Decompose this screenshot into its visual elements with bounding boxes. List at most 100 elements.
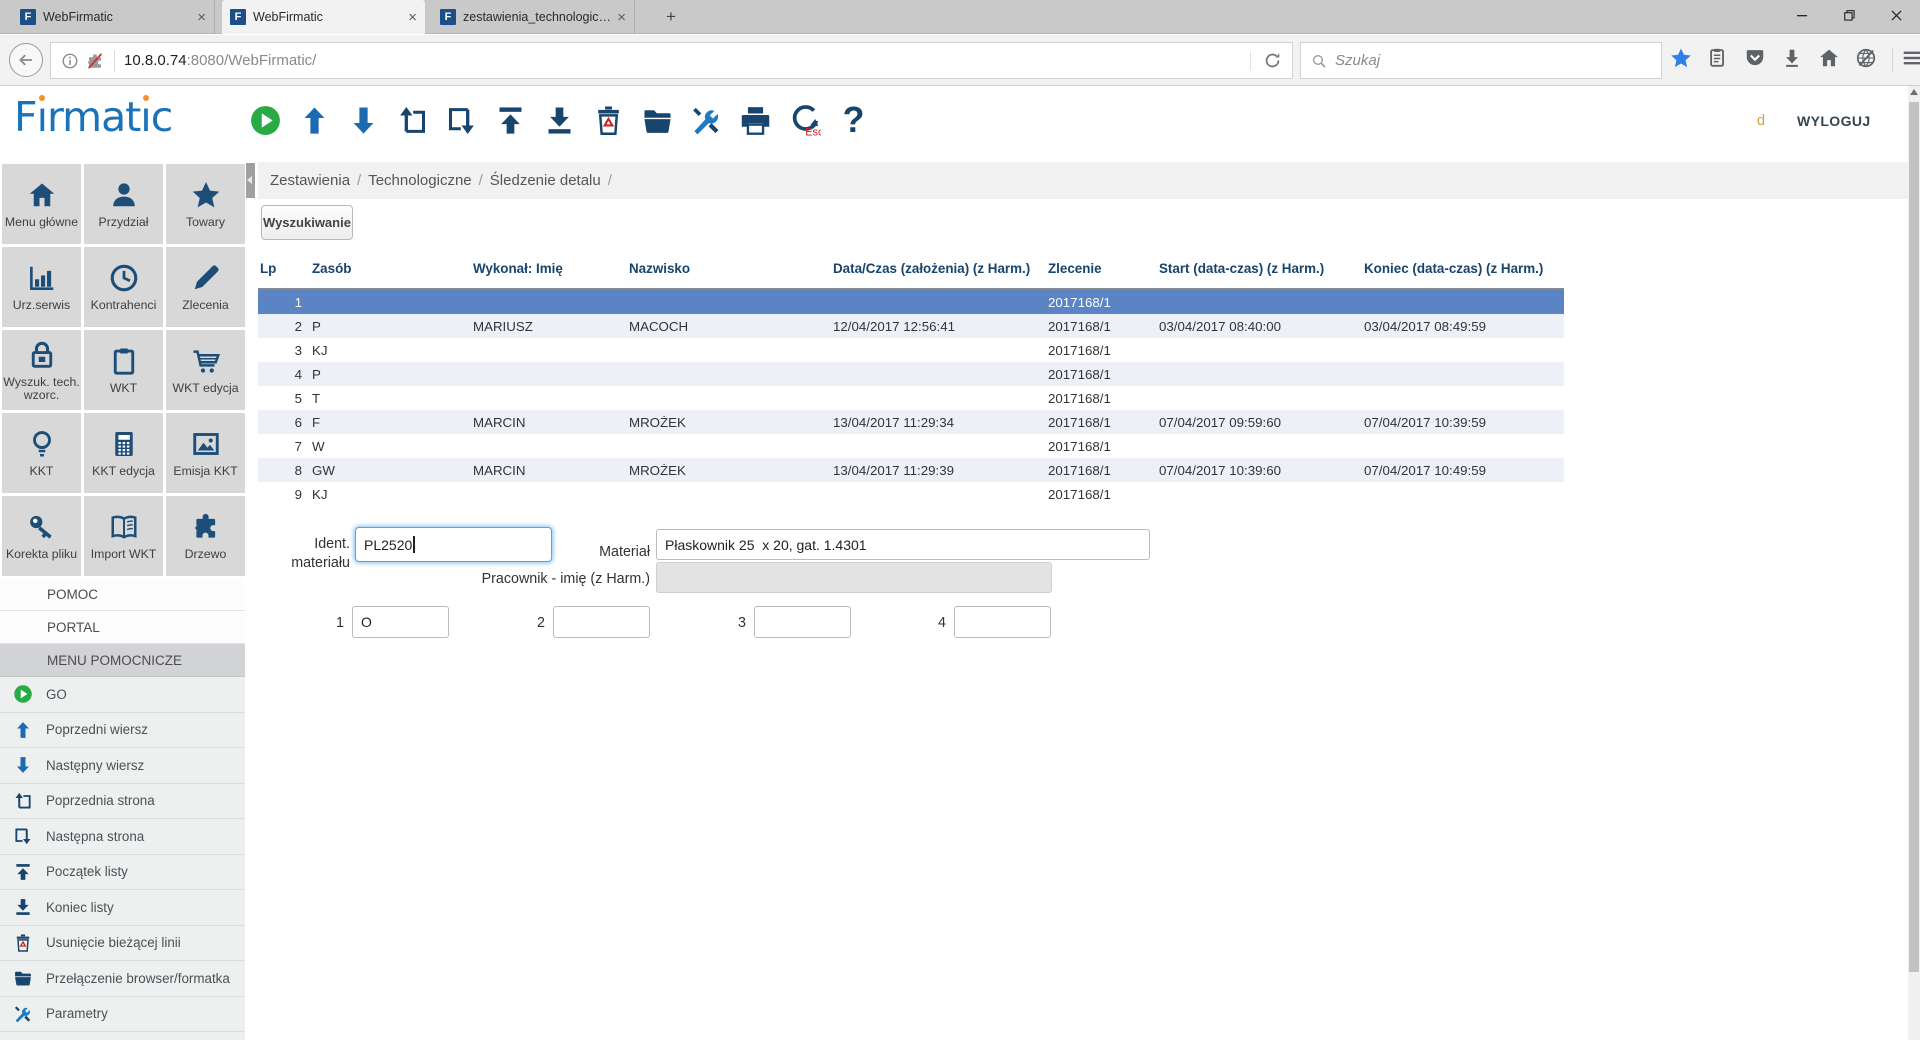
sidebar-menu-parametry[interactable]: Parametry xyxy=(0,997,245,1033)
sidebar-menu-początek-listy[interactable]: Początek listy xyxy=(0,855,245,891)
browser-tab-3[interactable]: Fzestawienia_technologicz...× xyxy=(432,0,635,34)
pocket-icon[interactable] xyxy=(1744,47,1770,73)
tools-icon[interactable] xyxy=(688,102,724,138)
material-input[interactable]: Płaskownik 25 x 20, gat. 1.4301 xyxy=(656,529,1150,560)
plugin-blocked-icon[interactable] xyxy=(86,52,104,70)
sidebar-section-pomoc[interactable]: POMOC xyxy=(0,578,245,611)
search-button[interactable]: Wyszukiwanie xyxy=(261,205,353,240)
esc-return-icon[interactable]: Esc xyxy=(786,102,822,138)
sidebar-menu-następna-strona[interactable]: Następna strona xyxy=(0,819,245,855)
downloads-icon[interactable] xyxy=(1781,47,1807,73)
reload-icon[interactable] xyxy=(1250,51,1282,70)
logout-button[interactable]: WYLOGUJ xyxy=(1797,113,1871,129)
sidebar-menu-poprzedni-wiersz[interactable]: Poprzedni wiersz xyxy=(0,713,245,749)
column-header-data[interactable]: Data/Czas (założenia) (z Harm.) xyxy=(831,248,1046,288)
arrow-down-icon[interactable] xyxy=(345,102,381,138)
table-row[interactable]: 8GWMARCINMROŻEK13/04/2017 11:29:39201716… xyxy=(258,458,1564,482)
screenshots-icon[interactable] xyxy=(1855,47,1881,73)
play-icon[interactable] xyxy=(247,102,283,138)
table-row[interactable]: 6FMARCINMROŻEK13/04/2017 11:29:342017168… xyxy=(258,410,1564,434)
browser-tab-2[interactable]: FWebFirmatic× xyxy=(222,0,425,34)
sidebar-menu-poprzednia-strona[interactable]: Poprzednia strona xyxy=(0,784,245,820)
sidebar-tile-wkt[interactable]: WKT xyxy=(84,330,163,410)
column-header-koniec[interactable]: Koniec (data-czas) (z Harm.) xyxy=(1362,248,1564,288)
table-row[interactable]: 7W2017168/1 xyxy=(258,434,1564,458)
hamburger-menu-icon[interactable] xyxy=(1901,47,1920,73)
sidebar-section-menu-pomocnicze[interactable]: MENU POMOCNICZE xyxy=(0,644,245,677)
page-next-icon[interactable] xyxy=(443,102,479,138)
window-restore-button[interactable] xyxy=(1826,0,1873,31)
sidebar-tile-menu-główne[interactable]: Menu główne xyxy=(2,164,81,244)
back-button[interactable] xyxy=(9,43,43,77)
folder-icon[interactable] xyxy=(639,102,675,138)
table-row[interactable]: 5T2017168/1 xyxy=(258,386,1564,410)
sidebar-menu-usunięcie-bieżącej-linii[interactable]: Usunięcie bieżącej linii xyxy=(0,926,245,962)
column-header-zlecenie[interactable]: Zlecenie xyxy=(1046,248,1157,288)
browser-tab-1[interactable]: FWebFirmatic× xyxy=(12,0,215,34)
column-header-imie[interactable]: Wykonał: Imię xyxy=(471,248,627,288)
arrow-up-icon[interactable] xyxy=(296,102,332,138)
sidebar-tile-import-wkt[interactable]: Import WKT xyxy=(84,496,163,576)
help-icon[interactable]: ? xyxy=(835,102,871,138)
table-row[interactable]: 9KJ2017168/1 xyxy=(258,482,1564,506)
sidebar-tile-drzewo[interactable]: Drzewo xyxy=(166,496,245,576)
window-minimize-button[interactable] xyxy=(1779,0,1826,31)
sidebar-tile-urz-serwis[interactable]: Urz.serwis xyxy=(2,247,81,327)
table-row[interactable]: 12017168/1 xyxy=(258,290,1564,314)
tab-close-icon[interactable]: × xyxy=(408,9,417,26)
sidebar-menu-partial[interactable] xyxy=(0,1032,245,1040)
numbered-field-input-1[interactable]: O xyxy=(352,606,449,638)
sidebar-menu-przełączenie-browser-formatka[interactable]: Przełączenie browser/formatka xyxy=(0,961,245,997)
site-info-icon[interactable] xyxy=(61,52,79,70)
numbered-field-input-4[interactable] xyxy=(954,606,1051,638)
column-header-start[interactable]: Start (data-czas) (z Harm.) xyxy=(1157,248,1362,288)
list-top-icon[interactable] xyxy=(492,102,528,138)
scrollbar-up-arrow[interactable] xyxy=(1910,89,1918,95)
sidebar-menu-koniec-listy[interactable]: Koniec listy xyxy=(0,890,245,926)
sidebar-tile-wkt-edycja[interactable]: WKT edycja xyxy=(166,330,245,410)
sidebar-tile-kkt[interactable]: KKT xyxy=(2,413,81,493)
numbered-field-input-2[interactable] xyxy=(553,606,650,638)
table-row[interactable]: 3KJ2017168/1 xyxy=(258,338,1564,362)
page-scrollbar[interactable] xyxy=(1908,86,1920,1040)
arrow-up-icon xyxy=(13,720,33,740)
breadcrumb-item[interactable]: Śledzenie detalu xyxy=(490,172,601,189)
sidebar-tile-wyszuk-tech-wzorc-[interactable]: Wyszuk. tech. wzorc. xyxy=(2,330,81,410)
sidebar-tile-kontrahenci[interactable]: Kontrahenci xyxy=(84,247,163,327)
numbered-field-input-3[interactable] xyxy=(754,606,851,638)
ident-material-input[interactable]: PL2520 xyxy=(355,527,552,562)
list-bottom-icon[interactable] xyxy=(541,102,577,138)
column-header-zasob[interactable]: Zasób xyxy=(310,248,471,288)
delete-icon[interactable] xyxy=(590,102,626,138)
breadcrumb-item[interactable]: Technologiczne xyxy=(368,172,471,189)
home-icon[interactable] xyxy=(1818,47,1844,73)
breadcrumb-item[interactable]: Zestawienia xyxy=(270,172,350,189)
table-row[interactable]: 2PMARIUSZMACOCH12/04/2017 12:56:41201716… xyxy=(258,314,1564,338)
sidebar-tile-zlecenia[interactable]: Zlecenia xyxy=(166,247,245,327)
new-tab-button[interactable]: + xyxy=(659,7,683,29)
column-header-lp[interactable]: Lp xyxy=(258,248,310,288)
window-close-button[interactable] xyxy=(1873,0,1920,31)
page-prev-icon[interactable] xyxy=(394,102,430,138)
print-icon[interactable] xyxy=(737,102,773,138)
sidebar-collapse-handle[interactable] xyxy=(246,163,255,198)
sidebar-tile-towary[interactable]: Towary xyxy=(166,164,245,244)
sidebar-tile-kkt-edycja[interactable]: KKT edycja xyxy=(84,413,163,493)
menu-item-label: Usunięcie bieżącej linii xyxy=(46,935,181,950)
column-header-nazwisko[interactable]: Nazwisko xyxy=(627,248,831,288)
table-row[interactable]: 4P2017168/1 xyxy=(258,362,1564,386)
reading-list-icon[interactable] xyxy=(1707,47,1733,73)
bookmark-star-icon[interactable] xyxy=(1670,47,1696,73)
tab-close-icon[interactable]: × xyxy=(617,9,626,26)
sidebar-tile-korekta-pliku[interactable]: Korekta pliku xyxy=(2,496,81,576)
scrollbar-thumb[interactable] xyxy=(1909,102,1919,972)
sidebar-section-portal[interactable]: PORTAL xyxy=(0,611,245,644)
sidebar-menu-następny-wiersz[interactable]: Następny wiersz xyxy=(0,748,245,784)
sidebar-tile-przydział[interactable]: Przydział xyxy=(84,164,163,244)
url-text[interactable]: 10.8.0.74:8080/WebFirmatic/ xyxy=(124,52,316,69)
sidebar-tile-emisja-kkt[interactable]: Emisja KKT xyxy=(166,413,245,493)
tab-close-icon[interactable]: × xyxy=(197,9,206,26)
search-bar[interactable]: Szukaj xyxy=(1300,42,1662,79)
sidebar-menu-go[interactable]: GO xyxy=(0,677,245,713)
address-bar[interactable]: 10.8.0.74:8080/WebFirmatic/ xyxy=(50,42,1293,79)
